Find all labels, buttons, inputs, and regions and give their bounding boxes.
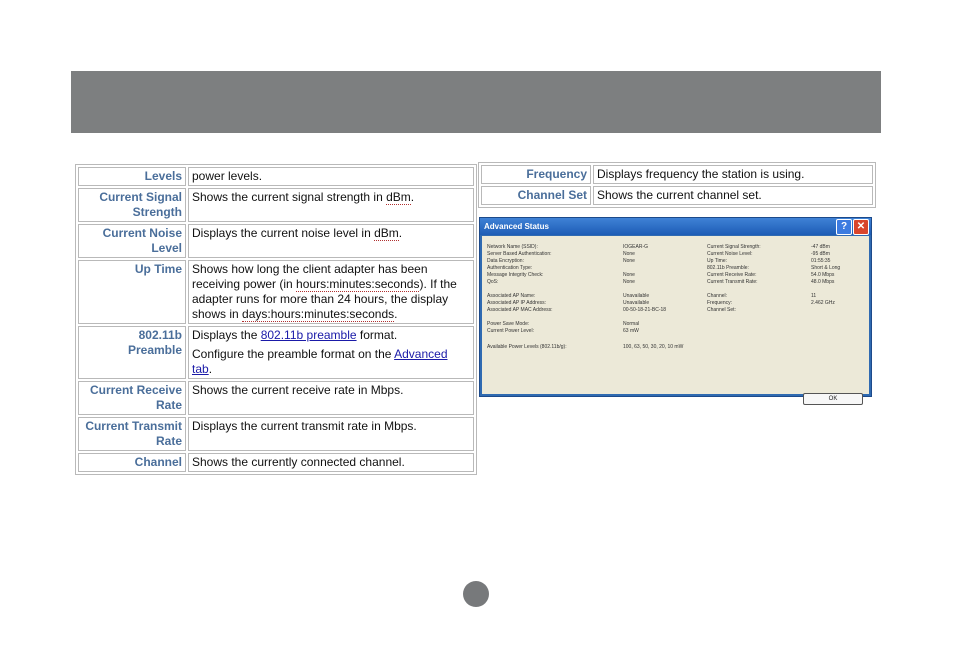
- desc-current-receive-rate: Shows the current receive rate in Mbps.: [188, 381, 474, 415]
- term-up-time: Up Time: [78, 260, 186, 324]
- desc-up-time: Shows how long the client adapter has be…: [188, 260, 474, 324]
- status-label: Current Power Level:: [487, 328, 534, 334]
- table-row: Current Signal Strength Shows the curren…: [78, 188, 474, 222]
- desc-text: format.: [356, 328, 398, 342]
- status-label: Current Signal Strength:: [707, 244, 761, 250]
- dialog-title: Advanced Status: [484, 222, 549, 231]
- table-row: 802.11b Preamble Displays the 802.11b pr…: [78, 326, 474, 379]
- desc-current-transmit-rate: Displays the current transmit rate in Mb…: [188, 417, 474, 451]
- term-current-signal-strength: Current Signal Strength: [78, 188, 186, 222]
- status-label: Network Name (SSID):: [487, 244, 538, 250]
- status-label: Associated AP MAC Address:: [487, 307, 553, 313]
- page-number-dot: [463, 581, 489, 607]
- status-label: Current Receive Rate:: [707, 272, 757, 278]
- status-value: 01:55:35: [811, 258, 831, 264]
- status-value: -47 dBm: [811, 244, 830, 250]
- status-value: 48.0 Mbps: [811, 279, 835, 285]
- status-value: None: [623, 272, 635, 278]
- status-value: Unavailable: [623, 300, 650, 306]
- table-row: Channel Set Shows the current channel se…: [481, 186, 873, 205]
- dialog-title-bar: Advanced Status ? ✕: [480, 218, 871, 235]
- status-label: Available Power Levels (802.11b/g):: [487, 344, 567, 350]
- status-label: Channel:: [707, 293, 728, 299]
- status-label: QoS:: [487, 279, 499, 285]
- desc-text: .: [410, 190, 415, 204]
- format-term: hours:minutes:seconds: [296, 277, 420, 292]
- term-802-11b-preamble: 802.11b Preamble: [78, 326, 186, 379]
- term-channel-set: Channel Set: [481, 186, 591, 205]
- table-row: Current Receive Rate Shows the current r…: [78, 381, 474, 415]
- status-label: Current Transmit Rate:: [707, 279, 758, 285]
- status-label: Associated AP IP Address:: [487, 300, 547, 306]
- term-current-transmit-rate: Current Transmit Rate: [78, 417, 186, 451]
- ok-button[interactable]: OK: [803, 393, 863, 405]
- status-label: Associated AP Name:: [487, 293, 536, 299]
- status-label: Frequency:: [707, 300, 733, 306]
- status-value: 63 mW: [623, 328, 639, 334]
- status-label: Message Integrity Check:: [487, 272, 544, 278]
- status-value: None: [623, 279, 635, 285]
- status-label: 802.11b Preamble:: [707, 265, 749, 271]
- term-current-receive-rate: Current Receive Rate: [78, 381, 186, 415]
- status-value: None: [623, 251, 635, 257]
- desc-802-11b-preamble: Displays the 802.11b preamble format. Co…: [188, 326, 474, 379]
- status-value: None: [623, 258, 635, 264]
- desc-text: Shows the current signal strength in: [192, 190, 387, 204]
- table-row: Current Noise Level Displays the current…: [78, 224, 474, 258]
- term-levels: Levels: [78, 167, 186, 186]
- preamble-link[interactable]: 802.11b preamble: [261, 328, 357, 342]
- definitions-table-right: Frequency Displays frequency the station…: [478, 162, 876, 208]
- status-label: Server Based Authentication:: [487, 251, 552, 257]
- status-label: Data Encryption:: [487, 258, 524, 264]
- definitions-table-left: Levels power levels. Current Signal Stre…: [75, 164, 477, 475]
- desc-channel-set: Shows the current channel set.: [593, 186, 873, 205]
- table-row: Channel Shows the currently connected ch…: [78, 453, 474, 472]
- desc-current-signal-strength: Shows the current signal strength in dBm…: [188, 188, 474, 222]
- desc-text: .: [208, 362, 213, 376]
- desc-text: Displays the current noise level in: [192, 226, 375, 240]
- term-frequency: Frequency: [481, 165, 591, 184]
- unit-term: dBm: [374, 226, 399, 241]
- desc-paragraph: Configure the preamble format on the Adv…: [192, 347, 470, 377]
- status-value: -95 dBm: [811, 251, 830, 257]
- dialog-body: OK Network Name (SSID): Server Based Auth…: [482, 236, 869, 405]
- status-label: Up Time:: [707, 258, 728, 264]
- table-row: Up Time Shows how long the client adapte…: [78, 260, 474, 324]
- status-value: 2.462 GHz: [811, 300, 835, 306]
- unit-term: dBm: [386, 190, 411, 205]
- help-icon[interactable]: ?: [836, 219, 852, 235]
- desc-text: .: [398, 226, 403, 240]
- desc-text: Displays the: [192, 328, 261, 342]
- desc-text: .: [394, 307, 398, 321]
- desc-channel: Shows the currently connected channel.: [188, 453, 474, 472]
- header-bar: [71, 71, 881, 133]
- status-value: 11: [811, 293, 817, 299]
- status-label: Authentication Type:: [487, 265, 533, 271]
- format-term: days:hours:minutes:seconds: [242, 307, 395, 322]
- advanced-status-dialog: Advanced Status ? ✕ OK Network Name (SSI…: [479, 217, 872, 405]
- status-label: Channel Set:: [707, 307, 736, 313]
- desc-frequency: Displays frequency the station is using.: [593, 165, 873, 184]
- status-value: Short & Long: [811, 265, 841, 271]
- desc-levels: power levels.: [188, 167, 474, 186]
- close-icon[interactable]: ✕: [853, 219, 869, 235]
- table-row: Current Transmit Rate Displays the curre…: [78, 417, 474, 451]
- term-channel: Channel: [78, 453, 186, 472]
- status-value: IOGEAR-G: [623, 244, 649, 250]
- status-value: Unavailable: [623, 293, 650, 299]
- status-label: Current Noise Level:: [707, 251, 753, 257]
- term-current-noise-level: Current Noise Level: [78, 224, 186, 258]
- status-value: 00-50-18-21-BC-18: [623, 307, 667, 313]
- status-label: Power Save Mode:: [487, 321, 530, 327]
- status-value: Normal: [623, 321, 640, 327]
- status-value: 100, 63, 50, 30, 20, 10 mW: [623, 344, 684, 350]
- title-buttons: ? ✕: [836, 219, 869, 235]
- desc-current-noise-level: Displays the current noise level in dBm.: [188, 224, 474, 258]
- table-row: Frequency Displays frequency the station…: [481, 165, 873, 184]
- status-value: 54.0 Mbps: [811, 272, 835, 278]
- table-row: Levels power levels.: [78, 167, 474, 186]
- desc-text: Configure the preamble format on the: [192, 347, 395, 361]
